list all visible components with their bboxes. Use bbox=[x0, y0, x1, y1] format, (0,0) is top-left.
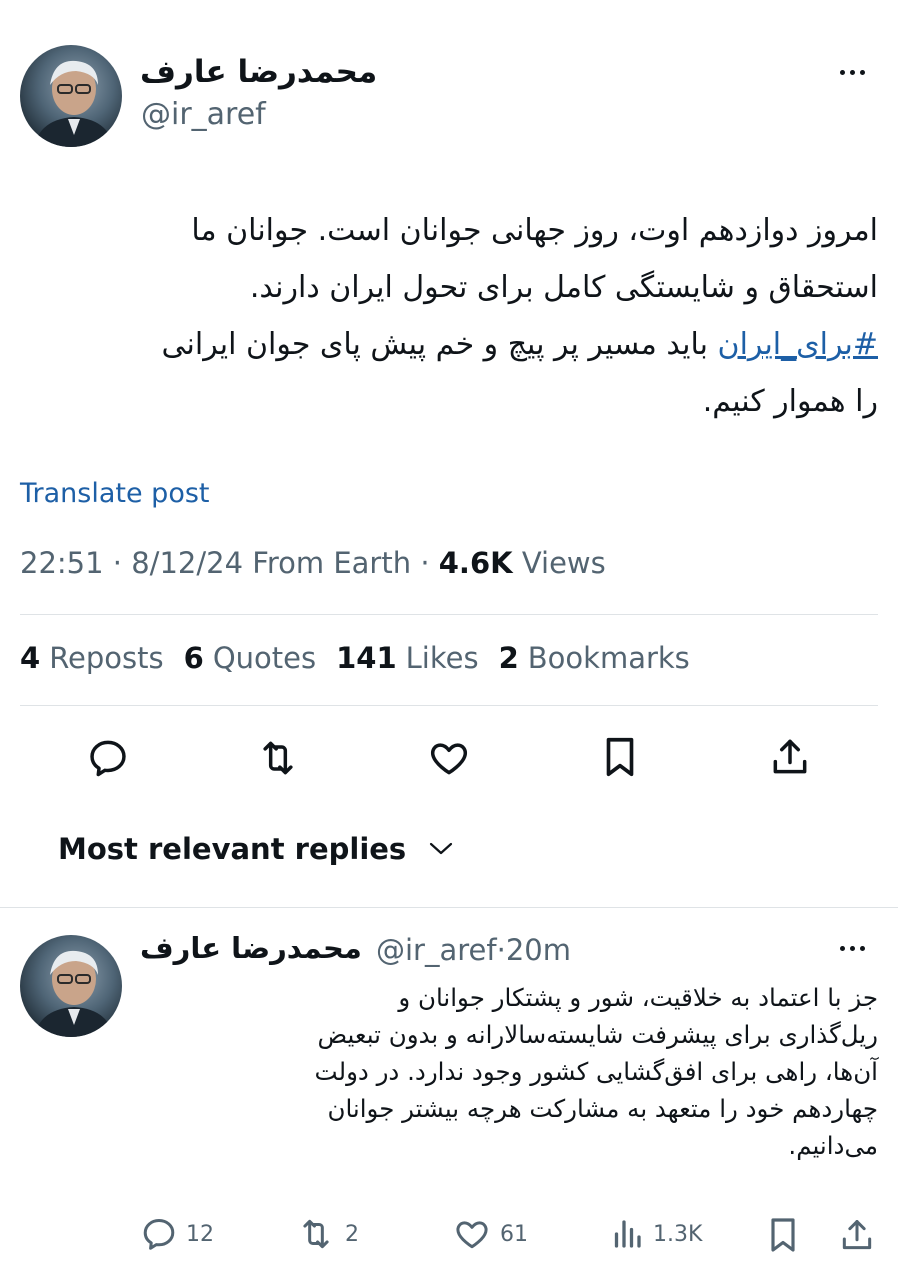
divider bbox=[0, 907, 898, 908]
replies-sort-dropdown[interactable]: Most relevant replies bbox=[58, 832, 454, 866]
reply-button[interactable] bbox=[85, 735, 131, 781]
avatar-portrait bbox=[34, 60, 114, 147]
post-text-line: امروز دوازدهم اوت، روز جهانی جوانان است.… bbox=[191, 213, 878, 248]
author-handle[interactable]: @ir_aref bbox=[141, 97, 266, 132]
reply-text-line: ریل‌گذاری برای پیشرفت شایسته‌سالارانه و … bbox=[317, 1020, 878, 1049]
separator: · bbox=[420, 546, 439, 580]
reposts-stat[interactable]: 4 Reposts bbox=[20, 641, 164, 675]
views-icon bbox=[614, 1220, 641, 1248]
avatar-portrait bbox=[34, 950, 114, 1037]
reply-likes-count: 61 bbox=[500, 1221, 528, 1247]
more-options-icon[interactable] bbox=[840, 70, 865, 75]
share-icon bbox=[773, 739, 807, 774]
engagement-stats: 4 Reposts 6 Quotes 141 Likes 2 Bookmarks bbox=[20, 641, 690, 675]
bookmarks-count: 2 bbox=[498, 641, 519, 675]
reply-more-options-icon[interactable] bbox=[840, 946, 865, 951]
reply-text: جز با اعتماد به خلاقیت، شور و پشتکار جوا… bbox=[140, 979, 878, 1164]
reply-text-line: می‌دانیم. bbox=[788, 1131, 878, 1160]
separator: · bbox=[496, 933, 506, 967]
author-name[interactable]: محمدرضا عارف bbox=[140, 54, 377, 90]
reply-bookmark-button[interactable] bbox=[765, 1214, 801, 1256]
reply-share-button[interactable] bbox=[837, 1214, 877, 1256]
quotes-label: Quotes bbox=[212, 641, 317, 675]
replies-sort-label: Most relevant replies bbox=[58, 832, 407, 866]
views-label: Views bbox=[521, 546, 606, 580]
reply-text-line: چهاردهم خود را متعهد به مشارکت هرچه بیشت… bbox=[327, 1094, 878, 1123]
reply-author-handle[interactable]: @ir_aref bbox=[376, 933, 497, 967]
likes-label: Likes bbox=[405, 641, 479, 675]
post-meta: 22:51 · 8/12/24 From Earth · 4.6K Views bbox=[20, 546, 606, 580]
reposts-count: 4 bbox=[20, 641, 41, 675]
share-button[interactable] bbox=[767, 733, 813, 781]
quotes-count: 6 bbox=[183, 641, 204, 675]
chevron-down-icon bbox=[430, 842, 453, 855]
reply-text-line: جز با اعتماد به خلاقیت، شور و پشتکار جوا… bbox=[398, 983, 878, 1012]
post-time[interactable]: 22:51 bbox=[20, 546, 104, 580]
bookmarks-stat[interactable]: 2 Bookmarks bbox=[499, 641, 690, 675]
reply-icon bbox=[90, 740, 126, 777]
bookmarks-label: Bookmarks bbox=[527, 641, 690, 675]
hashtag-link[interactable]: #برای_ایران bbox=[718, 327, 878, 362]
post-text-line: #برای_ایران باید مسیر پر پیچ و خم پیش پا… bbox=[20, 316, 878, 373]
reply-replies-button[interactable]: 12 bbox=[140, 1215, 214, 1253]
quotes-stat[interactable]: 6 Quotes bbox=[184, 641, 316, 675]
bookmark-icon bbox=[771, 1218, 795, 1252]
repost-icon bbox=[303, 1219, 329, 1249]
reply-time[interactable]: 20m bbox=[506, 933, 571, 967]
avatar[interactable] bbox=[20, 45, 122, 147]
divider bbox=[20, 705, 878, 706]
reply-repost-button[interactable]: 2 bbox=[295, 1215, 359, 1253]
post-text-line: را هموار کنیم. bbox=[702, 384, 878, 419]
post-text-line: استحقاق و شایستگی کامل برای تحول ایران د… bbox=[249, 270, 878, 305]
reply-reposts-count: 2 bbox=[345, 1221, 359, 1247]
post-date[interactable]: 8/12/24 bbox=[131, 546, 243, 580]
reposts-label: Reposts bbox=[49, 641, 164, 675]
reply-text-line: آن‌ها، راهی برای افق‌گشایی کشور وجود ندا… bbox=[314, 1057, 878, 1086]
repost-button[interactable] bbox=[253, 735, 303, 781]
post-source: From Earth bbox=[252, 546, 412, 580]
reply-views-button[interactable]: 1.3K bbox=[609, 1215, 702, 1253]
likes-count: 141 bbox=[336, 641, 397, 675]
divider bbox=[20, 614, 878, 615]
separator: · bbox=[112, 546, 132, 580]
like-icon bbox=[430, 743, 468, 775]
reply-icon bbox=[143, 1219, 175, 1250]
post-text-fragment: باید مسیر پر پیچ و خم پیش پای جوان ایران… bbox=[161, 327, 718, 362]
translate-post-link[interactable]: Translate post bbox=[20, 478, 210, 509]
reply-author-name[interactable]: محمدرضا عارف bbox=[140, 931, 362, 965]
reply-views-count: 1.3K bbox=[653, 1221, 703, 1247]
like-button[interactable] bbox=[425, 735, 473, 781]
bookmark-icon bbox=[606, 737, 634, 777]
likes-stat[interactable]: 141 Likes bbox=[336, 641, 478, 675]
share-icon bbox=[842, 1220, 872, 1250]
repost-icon bbox=[263, 741, 293, 775]
post-text: امروز دوازدهم اوت، روز جهانی جوانان است.… bbox=[20, 202, 878, 430]
like-icon bbox=[456, 1221, 488, 1249]
reply-avatar[interactable] bbox=[20, 935, 122, 1037]
reply-author-meta: @ir_aref·20m bbox=[376, 933, 571, 967]
bookmark-button[interactable] bbox=[598, 733, 642, 781]
views-count: 4.6K bbox=[438, 546, 513, 580]
reply-replies-count: 12 bbox=[186, 1221, 214, 1247]
reply-like-button[interactable]: 61 bbox=[452, 1215, 528, 1253]
